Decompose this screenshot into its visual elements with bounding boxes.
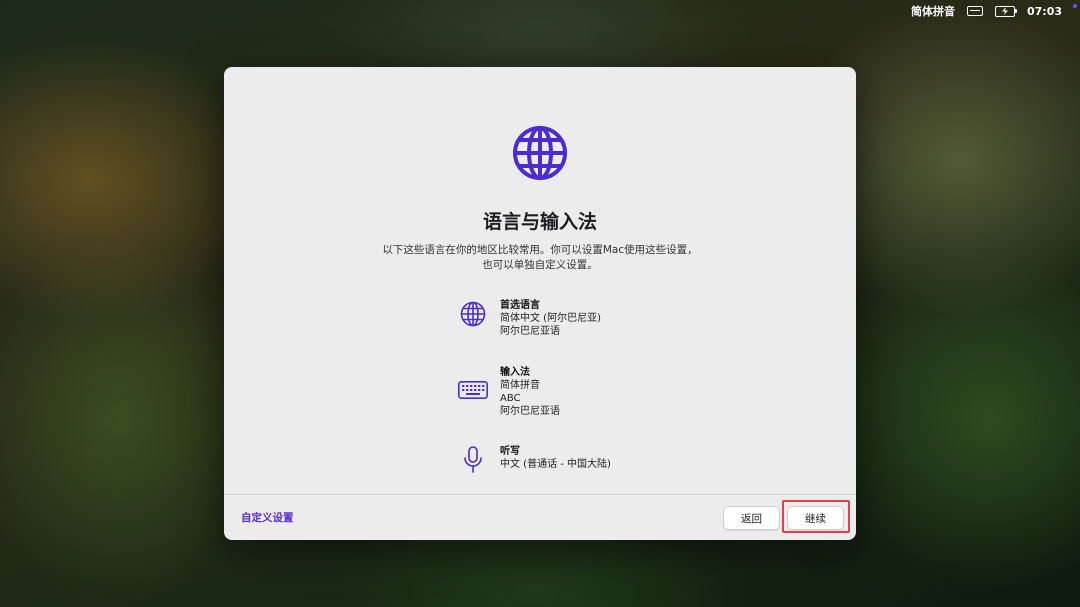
keyboard-icon[interactable] bbox=[966, 6, 983, 16]
customize-settings-link[interactable]: 自定义设置 bbox=[241, 510, 294, 525]
battery-icon[interactable] bbox=[994, 5, 1017, 17]
microphone-icon bbox=[458, 445, 488, 475]
footer-divider bbox=[224, 494, 856, 495]
continue-highlight-box bbox=[782, 500, 850, 533]
keyboard-icon bbox=[458, 366, 488, 414]
menu-bar: 简体拼音 07:03 bbox=[911, 0, 1080, 22]
description-line: 以下这些语言在你的地区比较常用。你可以设置Mac使用这些设置， bbox=[382, 244, 698, 256]
section-value: 阿尔巴尼亚语 bbox=[500, 406, 560, 417]
section-value: ABC bbox=[500, 393, 521, 404]
page-description: 以下这些语言在你的地区比较常用。你可以设置Mac使用这些设置， 也可以单独自定义… bbox=[224, 243, 856, 273]
section-title: 输入法 bbox=[500, 367, 530, 378]
preferred-language-section: 首选语言 简体中文 (阿尔巴尼亚) 阿尔巴尼亚语 bbox=[458, 299, 601, 338]
section-value: 简体拼音 bbox=[500, 380, 540, 391]
section-value: 中文 (普通话 - 中国大陆) bbox=[500, 459, 611, 470]
recording-indicator-icon bbox=[1073, 4, 1077, 8]
section-title: 首选语言 bbox=[500, 300, 540, 311]
description-line: 也可以单独自定义设置。 bbox=[482, 259, 598, 271]
clock[interactable]: 07:03 bbox=[1027, 5, 1062, 18]
input-method-section: 输入法 简体拼音 ABC 阿尔巴尼亚语 bbox=[458, 366, 560, 418]
page-title: 语言与输入法 bbox=[482, 211, 597, 233]
section-title: 听写 bbox=[500, 446, 520, 457]
back-button[interactable]: 返回 bbox=[723, 506, 780, 530]
setup-assistant-window: 语言与输入法 以下这些语言在你的地区比较常用。你可以设置Mac使用这些设置， 也… bbox=[224, 67, 856, 540]
globe-icon bbox=[513, 126, 567, 180]
input-method-menu[interactable]: 简体拼音 bbox=[911, 3, 955, 19]
globe-icon bbox=[458, 299, 488, 329]
section-value: 阿尔巴尼亚语 bbox=[500, 326, 560, 337]
section-value: 简体中文 (阿尔巴尼亚) bbox=[500, 313, 601, 324]
dictation-section: 听写 中文 (普通话 - 中国大陆) bbox=[458, 445, 611, 475]
